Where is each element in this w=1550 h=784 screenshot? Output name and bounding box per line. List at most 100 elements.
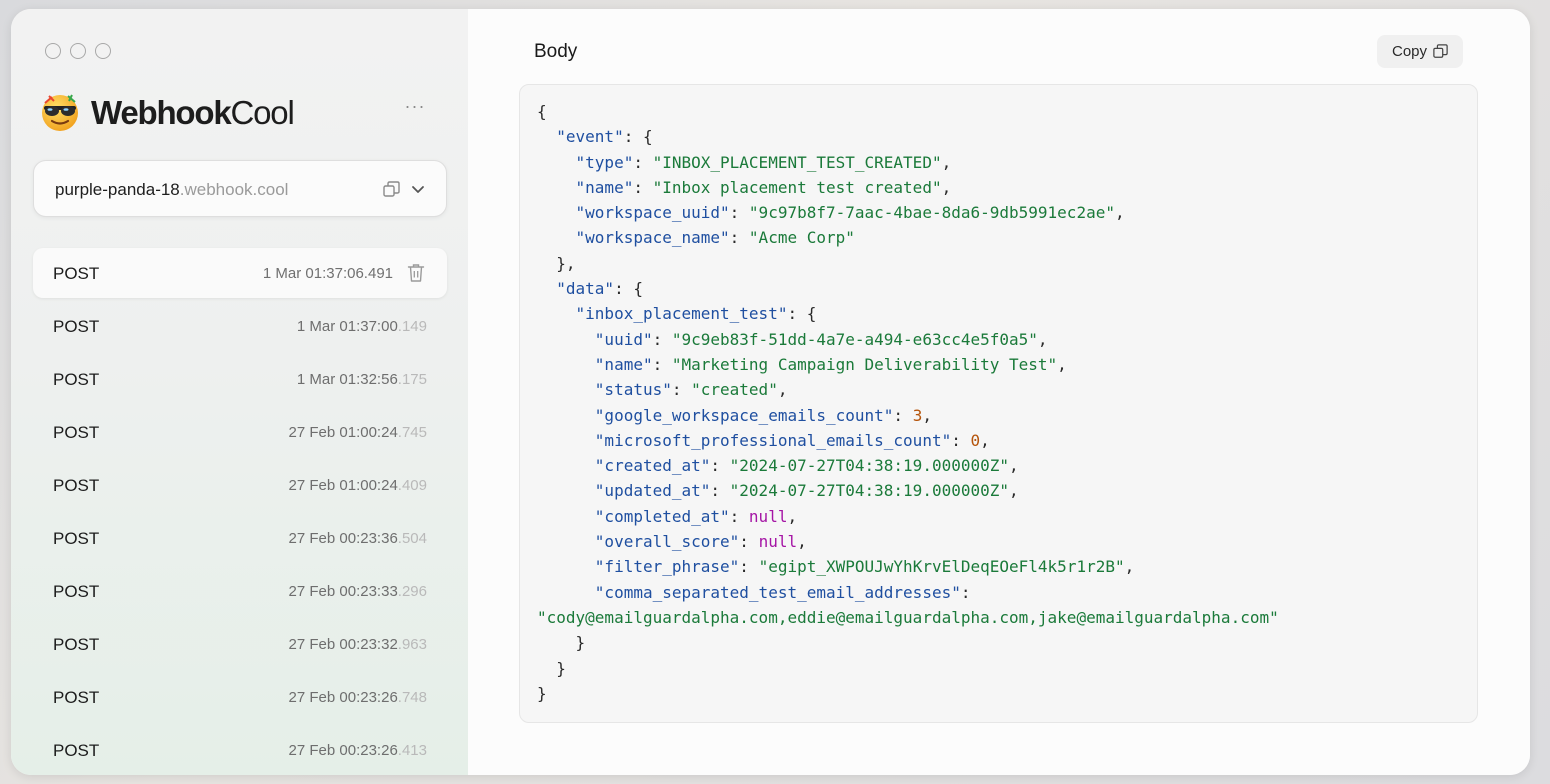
- request-time: 27 Feb 01:00:24.745: [289, 424, 427, 441]
- json-string: "cody@emailguardalpha.com,eddie@emailgua…: [537, 607, 1279, 627]
- request-item[interactable]: POST 27 Feb 01:00:24.745: [33, 407, 447, 457]
- json-string: "created": [691, 380, 778, 400]
- json-string: "egipt_XWPOUJwYhKrvElDeqEOeFl4k5r1r2B": [758, 557, 1125, 577]
- json-string: "9c9eb83f-51dd-4a7e-a494-e63cc4e5f0a5": [671, 329, 1038, 349]
- request-method: POST: [53, 582, 100, 601]
- json-key: "uuid": [594, 329, 653, 349]
- request-time-main: 27 Feb 00:23:26: [288, 742, 398, 759]
- request-time-main: 1 Mar 01:37:00: [296, 318, 398, 335]
- close-window-button[interactable]: [45, 43, 61, 59]
- maximize-window-button[interactable]: [95, 43, 111, 59]
- json-key: "created_at": [594, 456, 711, 476]
- json-key: "name": [594, 354, 653, 374]
- json-key: "comma_separated_test_email_addresses": [594, 582, 961, 602]
- brand-name-light: Cool: [230, 93, 295, 131]
- request-time: 27 Feb 00:23:26.413: [289, 742, 427, 759]
- brand-name-bold: Webhook: [91, 93, 232, 131]
- request-time-ms: .149: [397, 318, 427, 335]
- json-key: "event": [556, 127, 624, 147]
- json-key: "type": [575, 152, 634, 172]
- webhook-url-domain: .webhook.cool: [179, 180, 289, 199]
- request-time-ms: .409: [397, 477, 427, 494]
- request-time-main: 27 Feb 01:00:24: [288, 477, 398, 494]
- json-null: null: [748, 506, 788, 526]
- json-key: "updated_at": [594, 481, 711, 501]
- request-method: POST: [53, 476, 100, 495]
- request-time: 27 Feb 00:23:36.504: [289, 530, 427, 547]
- trash-icon[interactable]: [407, 263, 425, 283]
- request-time: 1 Mar 01:32:56.175: [297, 371, 427, 388]
- request-time: 27 Feb 00:23:33.296: [289, 583, 427, 600]
- request-time: 27 Feb 00:23:32.963: [289, 636, 427, 653]
- json-number: 3: [912, 405, 923, 425]
- request-detail: Body Copy { "event": { "type": "INBOX_PL…: [468, 9, 1530, 775]
- request-time-ms: .745: [397, 424, 427, 441]
- window-controls: [45, 43, 111, 59]
- request-time-main: 27 Feb 00:23:33: [288, 583, 398, 600]
- cool-face-emoji-icon: [42, 94, 78, 131]
- json-key: "data": [556, 279, 615, 299]
- sidebar: WebhookCool ··· purple-panda-18.webhook.…: [11, 9, 468, 775]
- request-time-ms: .175: [397, 371, 427, 388]
- request-time-ms: .963: [397, 636, 427, 653]
- request-method: POST: [53, 370, 100, 389]
- request-time: 27 Feb 00:23:26.748: [289, 689, 427, 706]
- json-string: "Acme Corp": [748, 228, 855, 248]
- section-title: Body: [534, 41, 578, 62]
- copy-body-button[interactable]: Copy: [1377, 35, 1463, 68]
- request-method: POST: [53, 741, 100, 760]
- request-time-ms: .748: [397, 689, 427, 706]
- json-key: "status": [594, 380, 672, 400]
- request-item[interactable]: POST 27 Feb 00:23:33.296: [33, 566, 447, 616]
- json-body-viewer[interactable]: { "event": { "type": "INBOX_PLACEMENT_TE…: [519, 84, 1478, 723]
- request-method: POST: [53, 423, 100, 442]
- request-time-main: 27 Feb 00:23:32: [288, 636, 398, 653]
- json-key: "filter_phrase": [594, 557, 740, 577]
- app-window: WebhookCool ··· purple-panda-18.webhook.…: [11, 9, 1530, 775]
- request-item[interactable]: POST 27 Feb 01:00:24.409: [33, 460, 447, 510]
- json-null: null: [758, 532, 798, 552]
- json-string: "Marketing Campaign Deliverability Test": [671, 354, 1058, 374]
- request-time-ms: .504: [397, 530, 427, 547]
- request-item[interactable]: POST 1 Mar 01:32:56.175: [33, 354, 447, 404]
- request-time-ms: .413: [397, 742, 427, 759]
- request-time: 1 Mar 01:37:00.149: [297, 318, 427, 335]
- json-string: "INBOX_PLACEMENT_TEST_CREATED": [652, 152, 942, 172]
- request-time: 27 Feb 01:00:24.409: [289, 477, 427, 494]
- more-options-icon[interactable]: ···: [403, 97, 427, 121]
- request-time-main: 27 Feb 00:23:26: [288, 689, 398, 706]
- request-method: POST: [53, 529, 100, 548]
- request-method: POST: [53, 264, 100, 283]
- json-string: "Inbox placement test created": [652, 177, 942, 197]
- request-item[interactable]: POST 27 Feb 00:23:32.963: [33, 619, 447, 669]
- copy-icon: [1433, 44, 1448, 58]
- json-string: "2024-07-27T04:38:19.000000Z": [729, 481, 1010, 501]
- request-item[interactable]: POST 27 Feb 00:23:26.748: [33, 672, 447, 722]
- request-time: 1 Mar 01:37:06.491: [262, 265, 393, 282]
- request-time-main: 27 Feb 00:23:36: [288, 530, 398, 547]
- json-key: "completed_at": [594, 506, 730, 526]
- json-key: "workspace_uuid": [575, 203, 730, 223]
- request-method: POST: [53, 317, 100, 336]
- request-method: POST: [53, 635, 100, 654]
- json-key: "name": [575, 177, 634, 197]
- webhook-url-prefix: purple-panda-18: [55, 180, 180, 199]
- request-item[interactable]: POST 1 Mar 01:37:06.491: [33, 248, 447, 298]
- minimize-window-button[interactable]: [70, 43, 86, 59]
- webhook-url: purple-panda-18.webhook.cool: [55, 180, 288, 200]
- json-key: "overall_score": [594, 532, 740, 552]
- json-number: 0: [970, 430, 981, 450]
- request-item[interactable]: POST 1 Mar 01:37:00.149: [33, 301, 447, 351]
- json-key: "workspace_name": [575, 228, 730, 248]
- chevron-down-icon[interactable]: [411, 181, 425, 198]
- copy-url-icon[interactable]: [383, 181, 400, 198]
- json-string: "9c97b8f7-7aac-4bae-8da6-9db5991ec2ae": [748, 203, 1115, 223]
- request-list: POST 1 Mar 01:37:06.491 POST 1 Mar 01:37…: [33, 248, 447, 775]
- json-body-code: { "event": { "type": "INBOX_PLACEMENT_TE…: [537, 102, 1279, 703]
- request-time-main: 1 Mar 01:32:56: [296, 371, 398, 388]
- request-item[interactable]: POST 27 Feb 00:23:26.413: [33, 725, 447, 775]
- copy-button-label: Copy: [1391, 43, 1428, 60]
- brand: WebhookCool: [39, 91, 295, 133]
- webhook-url-selector[interactable]: purple-panda-18.webhook.cool: [33, 160, 447, 217]
- request-item[interactable]: POST 27 Feb 00:23:36.504: [33, 513, 447, 563]
